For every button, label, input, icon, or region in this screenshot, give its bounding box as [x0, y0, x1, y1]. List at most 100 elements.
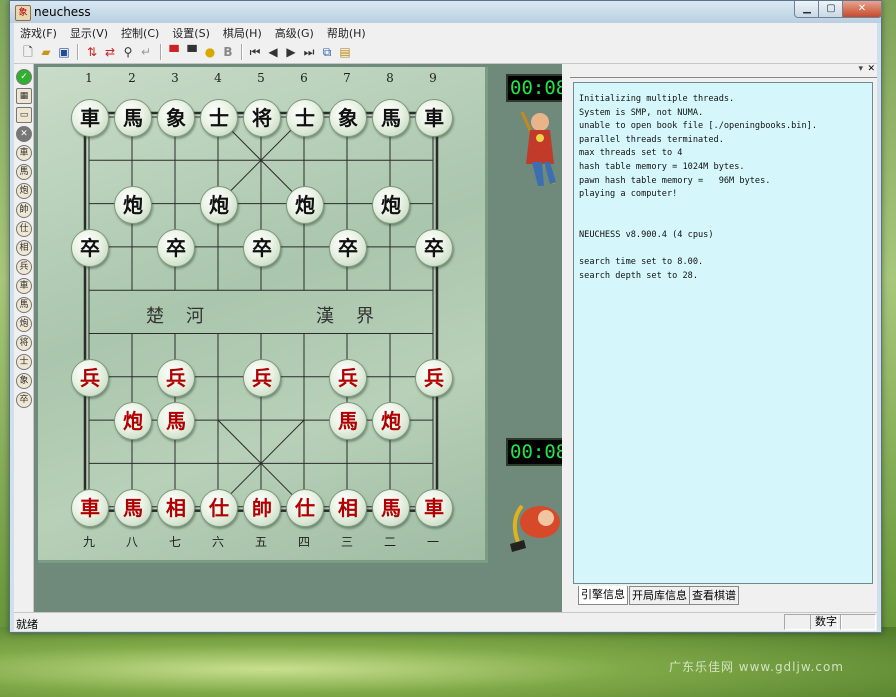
new-file-icon[interactable]: 🗋: [20, 44, 36, 60]
file-number-top: 2: [128, 71, 136, 85]
minimize-button[interactable]: ▁: [794, 1, 820, 18]
black-cannon[interactable]: 炮: [114, 185, 152, 224]
first-move-icon[interactable]: ⏮: [247, 44, 263, 60]
tab-engine-info[interactable]: 引擎信息: [578, 586, 628, 605]
black-piece[interactable]: 馬: [114, 99, 152, 137]
file-number-top: 5: [257, 71, 265, 85]
red-piece[interactable]: 相: [329, 488, 367, 527]
palette-minister-icon[interactable]: 相: [16, 240, 32, 256]
next-move-icon[interactable]: ▶: [283, 44, 299, 60]
black-piece[interactable]: 象: [329, 99, 367, 137]
open-folder-icon[interactable]: ▰: [38, 44, 54, 60]
palette-black-pawn-icon[interactable]: 卒: [16, 392, 32, 408]
red-piece[interactable]: 馬: [372, 488, 410, 527]
palette-advisor-icon[interactable]: 帥: [16, 202, 32, 218]
red-cannon[interactable]: 炮: [114, 402, 152, 441]
black-pawn[interactable]: 卒: [415, 228, 453, 267]
analyze-icon[interactable]: ●: [202, 44, 218, 60]
black-pawn[interactable]: 卒: [243, 228, 281, 267]
palette-soldier-icon[interactable]: 兵: [16, 259, 32, 275]
menu-control[interactable]: 控制(C): [115, 23, 166, 41]
save-icon[interactable]: ▣: [56, 44, 72, 60]
red-horse[interactable]: 馬: [329, 402, 367, 441]
red-pawn[interactable]: 兵: [415, 358, 453, 397]
black-cannon[interactable]: 炮: [286, 185, 324, 224]
red-piece[interactable]: 車: [71, 488, 109, 527]
black-piece[interactable]: 車: [415, 99, 453, 137]
pin-icon[interactable]: ▾: [858, 65, 863, 74]
engine-log[interactable]: Initializing multiple threads. System is…: [573, 82, 873, 584]
palette-black-general-icon[interactable]: 将: [16, 335, 32, 351]
red-piece[interactable]: 帥: [243, 488, 281, 527]
red-horse[interactable]: 馬: [157, 402, 195, 441]
menu-advanced[interactable]: 高级(G): [269, 23, 321, 41]
bold-b-icon[interactable]: B: [220, 44, 236, 60]
palette-guard-icon[interactable]: 仕: [16, 221, 32, 237]
palette-black-rook-icon[interactable]: 車: [16, 278, 32, 294]
black-cannon[interactable]: 炮: [372, 185, 410, 224]
black-piece[interactable]: 士: [286, 99, 324, 137]
red-piece[interactable]: 仕: [286, 488, 324, 527]
undo-icon[interactable]: ↵: [138, 44, 154, 60]
status-message: 就绪: [16, 618, 38, 631]
flip-board-icon[interactable]: ⇅: [84, 44, 100, 60]
red-pawn[interactable]: 兵: [243, 358, 281, 397]
black-pawn[interactable]: 卒: [157, 228, 195, 267]
black-piece[interactable]: 士: [200, 99, 238, 137]
check-icon[interactable]: ✓: [16, 69, 32, 85]
black-piece[interactable]: 馬: [372, 99, 410, 137]
palette-rook-icon[interactable]: 車: [16, 145, 32, 161]
tab-opening-book[interactable]: 开局库信息: [629, 586, 690, 605]
black-pawn[interactable]: 卒: [329, 228, 367, 267]
red-piece[interactable]: 馬: [114, 488, 152, 527]
panel-close-icon[interactable]: ✕: [867, 65, 875, 74]
tab-game-record[interactable]: 查看棋谱: [689, 586, 739, 605]
file-number-bottom: 八: [125, 535, 138, 549]
file-number-top: 7: [343, 71, 351, 85]
palette-cannon-icon[interactable]: 炮: [16, 183, 32, 199]
black-piece[interactable]: 象: [157, 99, 195, 137]
palette-black-horse-icon[interactable]: 馬: [16, 297, 32, 313]
red-pawn[interactable]: 兵: [157, 358, 195, 397]
red-piece[interactable]: 車: [415, 488, 453, 527]
previous-move-icon[interactable]: ◀: [265, 44, 281, 60]
menu-game[interactable]: 游戏(F): [14, 23, 64, 41]
palette-black-cannon-icon[interactable]: 炮: [16, 316, 32, 332]
palette-horse-icon[interactable]: 馬: [16, 164, 32, 180]
splitter-bar[interactable]: [562, 64, 570, 612]
paste-icon[interactable]: ▤: [337, 44, 353, 60]
hint-icon[interactable]: ⚲: [120, 44, 136, 60]
trash-icon[interactable]: ▭: [16, 107, 32, 123]
file-number-top: 6: [300, 71, 308, 85]
black-pawn[interactable]: 卒: [71, 228, 109, 267]
black-piece[interactable]: 将: [243, 99, 281, 137]
toolbar: 🗋 ▰ ▣ ⇅ ⇄ ⚲ ↵ ▀ ▀ ● B ⏮ ◀ ▶ ⏭ ⧉ ▤: [14, 41, 877, 64]
swap-sides-icon[interactable]: ⇄: [102, 44, 118, 60]
black-cannon[interactable]: 炮: [200, 185, 238, 224]
maximize-button[interactable]: ▢: [818, 1, 844, 18]
red-piece[interactable]: 仕: [200, 488, 238, 527]
black-piece[interactable]: 車: [71, 99, 109, 137]
close-button[interactable]: ✕: [842, 1, 882, 18]
copy-icon[interactable]: ⧉: [319, 44, 335, 60]
watermark: 广东乐佳网 www.gdljw.com: [668, 660, 844, 674]
menu-bar: 游戏(F) 显示(V) 控制(C) 设置(S) 棋局(H) 高级(G) 帮助(H): [14, 23, 877, 41]
red-pawn[interactable]: 兵: [71, 358, 109, 397]
delete-icon[interactable]: ✕: [16, 126, 32, 142]
menu-position[interactable]: 棋局(H): [217, 23, 269, 41]
red-computer-icon[interactable]: ▀: [166, 44, 182, 60]
red-pawn[interactable]: 兵: [329, 358, 367, 397]
red-piece[interactable]: 相: [157, 488, 195, 527]
palette-black-advisor-icon[interactable]: 士: [16, 354, 32, 370]
menu-help[interactable]: 帮助(H): [321, 23, 373, 41]
app-window: 象 neuchess ▁ ▢ ✕ 游戏(F) 显示(V) 控制(C) 设置(S) 棋局(…: [9, 0, 882, 633]
file-number-top: 3: [171, 71, 179, 85]
file-number-top: 4: [214, 71, 222, 85]
last-move-icon[interactable]: ⏭: [301, 44, 317, 60]
menu-view[interactable]: 显示(V): [64, 23, 115, 41]
red-cannon[interactable]: 炮: [372, 402, 410, 441]
menu-settings[interactable]: 设置(S): [166, 23, 217, 41]
palette-black-elephant-icon[interactable]: 象: [16, 373, 32, 389]
black-computer-icon[interactable]: ▀: [184, 44, 200, 60]
board-edit-icon[interactable]: ▦: [16, 88, 32, 104]
